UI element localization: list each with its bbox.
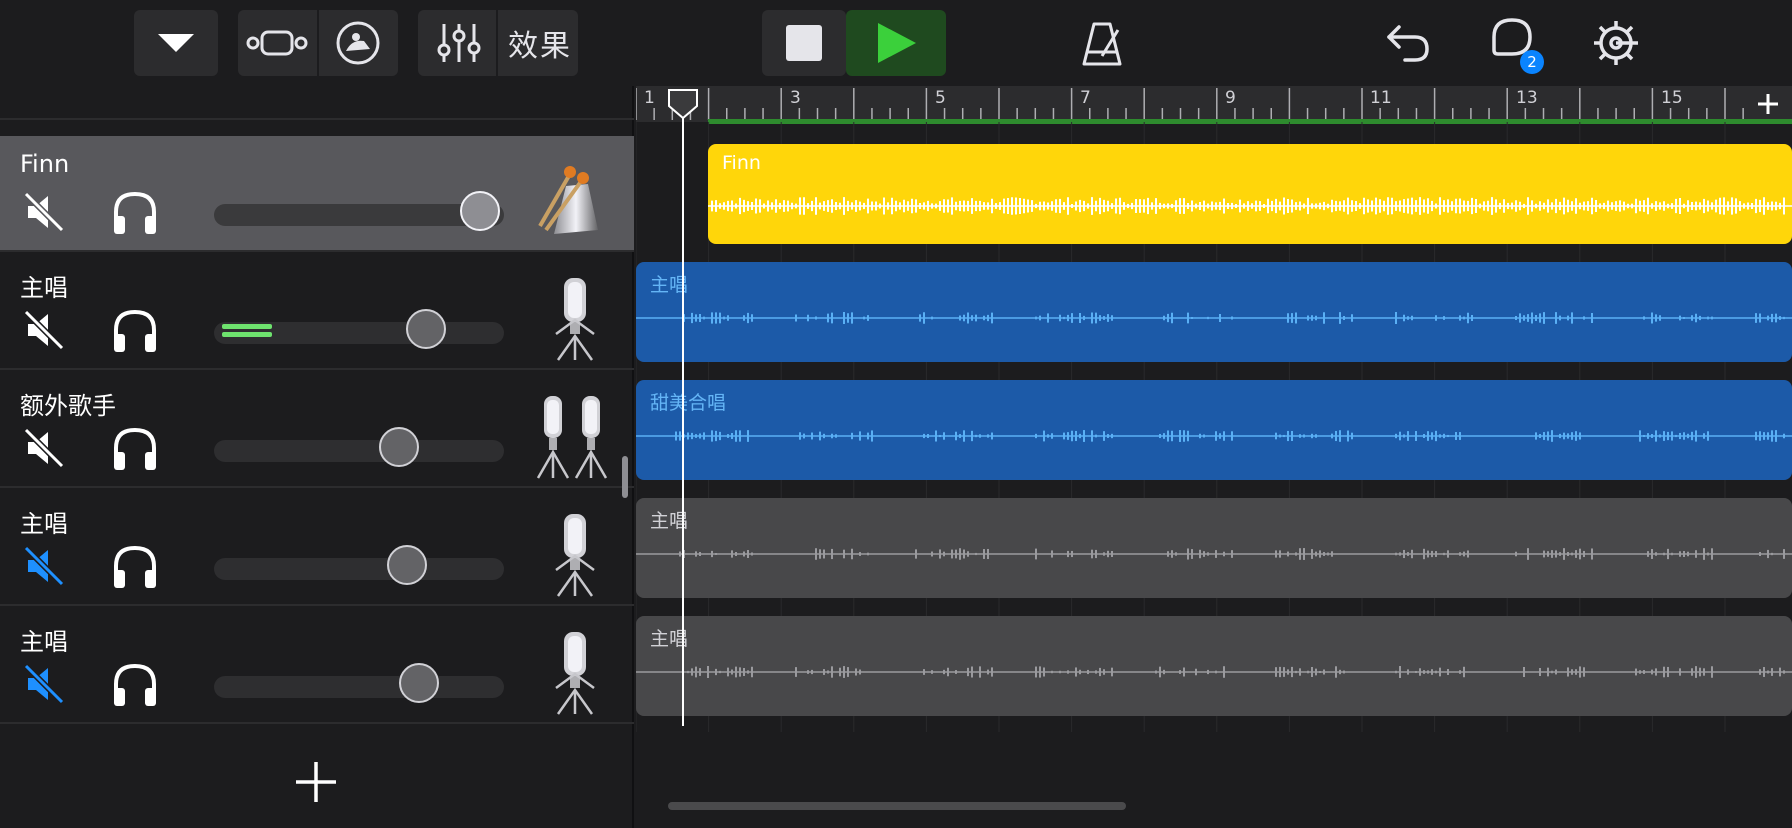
waveform — [636, 548, 1792, 560]
track-header-lead-vocal[interactable]: 主唱 — [0, 254, 634, 370]
volume-slider-track[interactable] — [214, 440, 504, 462]
microphone-icon — [548, 510, 638, 600]
mute-icon[interactable] — [22, 544, 66, 588]
microphone-icon — [548, 628, 638, 718]
volume-slider-track[interactable] — [214, 558, 504, 580]
metronome-icon[interactable] — [1076, 14, 1128, 72]
headphones-icon[interactable] — [110, 542, 160, 590]
toolbar-divider — [496, 10, 498, 76]
bar-ruler[interactable]: 1 3 5 7 9 11 13 15 — [636, 86, 1792, 122]
track-name: Finn — [20, 150, 70, 178]
chevron-down-icon — [156, 32, 196, 54]
volume-slider-thumb[interactable] — [460, 191, 500, 231]
headphones-icon[interactable] — [110, 660, 160, 708]
track-name: 主唱 — [20, 628, 68, 656]
timeline-area[interactable]: 1 3 5 7 9 11 13 15 Finn 主唱 甜美合唱 主唱 主唱 — [636, 86, 1792, 828]
stop-button[interactable] — [762, 10, 846, 76]
headphones-icon[interactable] — [110, 188, 160, 236]
play-icon — [874, 21, 918, 65]
double-microphone-icon — [536, 392, 626, 482]
header-spacer — [0, 86, 634, 120]
track-header-finn[interactable]: Finn — [0, 136, 634, 252]
toolbar-divider — [317, 10, 319, 76]
track-header-extra-singers[interactable]: 额外歌手 — [0, 372, 634, 488]
bar-number: 5 — [935, 88, 946, 108]
audio-region[interactable]: Finn — [708, 144, 1792, 244]
instrument-view-icon[interactable] — [328, 10, 388, 76]
mute-icon[interactable] — [22, 190, 66, 234]
bar-number: 9 — [1225, 88, 1236, 108]
headphones-icon[interactable] — [110, 424, 160, 472]
volume-slider-thumb[interactable] — [387, 545, 427, 585]
undo-icon[interactable] — [1382, 16, 1434, 70]
horizontal-scrollbar[interactable] — [668, 802, 1126, 810]
tracks-view-icon[interactable] — [246, 10, 310, 76]
microphone-icon — [548, 274, 638, 364]
playhead-line[interactable] — [682, 92, 684, 726]
garageband-app: 效果 2 Finn 主唱 额外歌手 主唱 主唱 1 3 5 7 9 11 13 … — [0, 0, 1792, 828]
level-meter — [222, 324, 272, 342]
notification-badge: 2 — [1520, 50, 1544, 74]
mixer-sliders-icon[interactable] — [424, 10, 494, 76]
volume-slider-track[interactable] — [214, 676, 504, 698]
playhead-handle-icon[interactable] — [667, 88, 699, 120]
add-section-plus-icon[interactable] — [1750, 86, 1786, 122]
mute-icon[interactable] — [22, 308, 66, 352]
vertical-scrollbar[interactable] — [622, 456, 628, 498]
bar-number: 15 — [1661, 88, 1683, 108]
headphones-icon[interactable] — [110, 306, 160, 354]
ruler-ticks — [636, 88, 1744, 120]
mute-icon[interactable] — [22, 426, 66, 470]
track-headers-panel: Finn 主唱 额外歌手 主唱 主唱 — [0, 86, 634, 828]
volume-slider-thumb[interactable] — [406, 309, 446, 349]
bar-number: 7 — [1080, 88, 1091, 108]
bar-number: 3 — [790, 88, 801, 108]
audio-region[interactable]: 主唱 — [636, 262, 1792, 362]
bar-number: 1 — [644, 88, 655, 108]
waveform — [708, 197, 1792, 215]
bar-number: 13 — [1516, 88, 1538, 108]
settings-gear-icon[interactable] — [1588, 14, 1644, 72]
track-header-lead-vocal-muted-2[interactable]: 主唱 — [0, 608, 634, 724]
waveform — [636, 430, 1792, 442]
track-name: 额外歌手 — [20, 392, 116, 420]
region-name: Finn — [722, 152, 761, 174]
cowbell-drumsticks-icon — [536, 156, 626, 246]
effects-button-label[interactable]: 效果 — [508, 21, 572, 65]
audio-region[interactable]: 主唱 — [636, 498, 1792, 598]
browser-menu-button[interactable] — [134, 10, 218, 76]
region-name: 甜美合唱 — [650, 392, 727, 414]
play-button[interactable] — [846, 10, 946, 76]
mixer-effects-group: 效果 — [418, 10, 578, 76]
add-track-icon[interactable] — [290, 756, 342, 808]
track-name: 主唱 — [20, 274, 68, 302]
top-toolbar: 效果 2 — [0, 0, 1792, 86]
volume-slider-thumb[interactable] — [379, 427, 419, 467]
track-name: 主唱 — [20, 510, 68, 538]
stop-icon — [785, 24, 823, 62]
track-header-lead-vocal-muted[interactable]: 主唱 — [0, 490, 634, 606]
waveform — [636, 666, 1792, 678]
volume-slider-thumb[interactable] — [399, 663, 439, 703]
audio-region[interactable]: 主唱 — [636, 616, 1792, 716]
mute-icon[interactable] — [22, 662, 66, 706]
waveform — [636, 312, 1792, 324]
bar-number: 11 — [1370, 88, 1392, 108]
audio-region[interactable]: 甜美合唱 — [636, 380, 1792, 480]
